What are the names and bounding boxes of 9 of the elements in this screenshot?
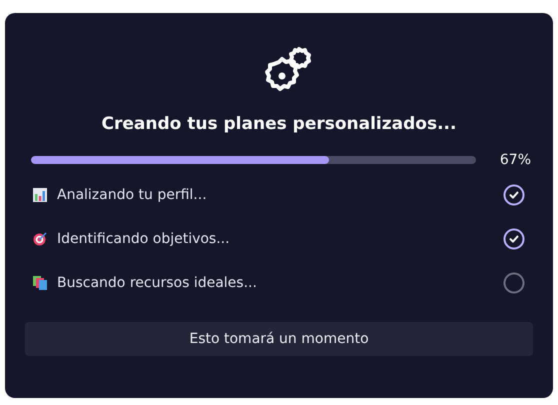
wait-message: Esto tomará un momento: [25, 322, 533, 356]
target-icon: [33, 232, 47, 246]
bar-chart-icon: [33, 188, 47, 202]
loading-title: Creando tus planes personalizados...: [100, 114, 458, 134]
books-icon: [33, 276, 47, 290]
step-label: Buscando recursos ideales...: [57, 275, 258, 291]
step-label: Identificando objetivos...: [57, 231, 231, 247]
step-label: Analizando tu perfil...: [57, 187, 208, 203]
progress-percent: 67%: [498, 152, 532, 168]
